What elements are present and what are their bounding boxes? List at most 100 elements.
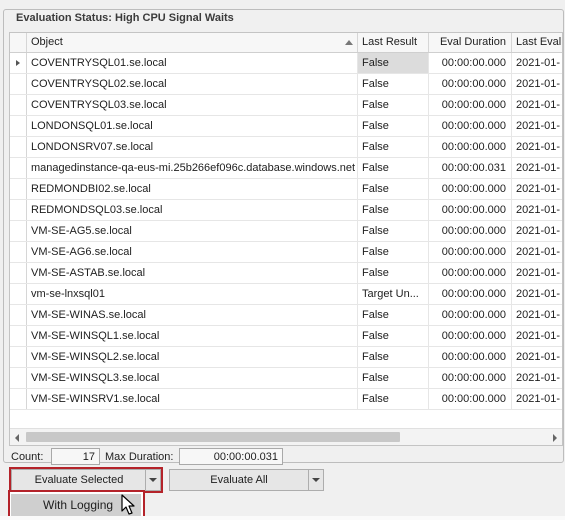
cell-eval-duration[interactable]: 00:00:00.000 — [429, 368, 512, 388]
column-header-object[interactable]: Object — [27, 33, 358, 52]
cell-object[interactable]: VM-SE-WINSQL2.se.local — [27, 347, 358, 367]
cell-last-result[interactable]: False — [358, 326, 429, 346]
scroll-left-icon[interactable] — [15, 434, 19, 442]
cell-object[interactable]: LONDONSQL01.se.local — [27, 116, 358, 136]
row-indicator[interactable] — [10, 284, 27, 304]
cell-object[interactable]: managedinstance-qa-eus-mi.25b266ef096c.d… — [27, 158, 358, 178]
table-row[interactable]: VM-SE-WINSQL1.se.local False 00:00:00.000 2… — [10, 326, 562, 347]
cell-last-eval[interactable]: 2021-01- — [512, 116, 562, 136]
cell-object[interactable]: VM-SE-WINSRV1.se.local — [27, 389, 358, 409]
cell-last-eval[interactable]: 2021-01- — [512, 347, 562, 367]
table-row[interactable]: COVENTRYSQL03.se.local False 00:00:00.000 2… — [10, 95, 562, 116]
cell-eval-duration[interactable]: 00:00:00.000 — [429, 263, 512, 283]
row-indicator[interactable] — [10, 305, 27, 325]
cell-last-eval[interactable]: 2021-01- — [512, 158, 562, 178]
cell-last-eval[interactable]: 2021-01- — [512, 95, 562, 115]
table-row[interactable]: REDMONDBI02.se.local False 00:00:00.000 202… — [10, 179, 562, 200]
cell-last-result[interactable]: False — [358, 116, 429, 136]
table-row[interactable]: REDMONDSQL03.se.local False 00:00:00.000 20… — [10, 200, 562, 221]
evaluation-grid[interactable]: Object Last Result Eval Duration Last Ev… — [9, 32, 563, 446]
cell-eval-duration[interactable]: 00:00:00.031 — [429, 158, 512, 178]
evaluate-all-dropdown[interactable] — [308, 470, 323, 490]
cell-eval-duration[interactable]: 00:00:00.000 — [429, 74, 512, 94]
row-indicator[interactable] — [10, 179, 27, 199]
row-indicator[interactable] — [10, 368, 27, 388]
cell-last-result[interactable]: False — [358, 74, 429, 94]
cell-last-result[interactable]: False — [358, 263, 429, 283]
table-row[interactable]: VM-SE-WINSQL3.se.local False 00:00:00.000 2… — [10, 368, 562, 389]
cell-object[interactable]: REDMONDSQL03.se.local — [27, 200, 358, 220]
row-indicator[interactable] — [10, 158, 27, 178]
table-row[interactable]: VM-SE-WINSQL2.se.local False 00:00:00.000 2… — [10, 347, 562, 368]
row-indicator[interactable] — [10, 347, 27, 367]
cell-eval-duration[interactable]: 00:00:00.000 — [429, 242, 512, 262]
cell-object[interactable]: COVENTRYSQL01.se.local — [27, 53, 358, 73]
cell-object[interactable]: VM-SE-WINAS.se.local — [27, 305, 358, 325]
table-row[interactable]: vm-se-lnxsql01 Target Un... 00:00:00.000 20… — [10, 284, 562, 305]
table-row[interactable]: managedinstance-qa-eus-mi.25b266ef096c.d… — [10, 158, 562, 179]
cell-object[interactable]: VM-SE-ASTAB.se.local — [27, 263, 358, 283]
table-row[interactable]: LONDONSRV07.se.local False 00:00:00.000 202… — [10, 137, 562, 158]
cell-last-result[interactable]: False — [358, 389, 429, 409]
cell-last-eval[interactable]: 2021-01- — [512, 242, 562, 262]
cell-eval-duration[interactable]: 00:00:00.000 — [429, 53, 512, 73]
cell-last-eval[interactable]: 2021-01- — [512, 368, 562, 388]
cell-object[interactable]: VM-SE-AG5.se.local — [27, 221, 358, 241]
row-indicator[interactable] — [10, 200, 27, 220]
cell-eval-duration[interactable]: 00:00:00.000 — [429, 326, 512, 346]
cell-last-eval[interactable]: 2021-01- — [512, 200, 562, 220]
cell-last-result[interactable]: False — [358, 200, 429, 220]
cell-last-result[interactable]: False — [358, 95, 429, 115]
cell-last-eval[interactable]: 2021-01- — [512, 221, 562, 241]
row-indicator[interactable] — [10, 116, 27, 136]
cell-object[interactable]: VM-SE-AG6.se.local — [27, 242, 358, 262]
cell-last-eval[interactable]: 2021-01- — [512, 263, 562, 283]
cell-object[interactable]: VM-SE-WINSQL3.se.local — [27, 368, 358, 388]
cell-object[interactable]: vm-se-lnxsql01 — [27, 284, 358, 304]
cell-last-result[interactable]: Target Un... — [358, 284, 429, 304]
cell-object[interactable]: VM-SE-WINSQL1.se.local — [27, 326, 358, 346]
table-row[interactable]: COVENTRYSQL01.se.local False 00:00:00.000 2… — [10, 53, 562, 74]
cell-last-eval[interactable]: 2021-01- — [512, 179, 562, 199]
evaluate-selected-button[interactable]: Evaluate Selected — [11, 469, 161, 491]
cell-object[interactable]: COVENTRYSQL02.se.local — [27, 74, 358, 94]
evaluate-all-button[interactable]: Evaluate All — [169, 469, 324, 491]
row-indicator[interactable] — [10, 221, 27, 241]
cell-object[interactable]: LONDONSRV07.se.local — [27, 137, 358, 157]
cell-eval-duration[interactable]: 00:00:00.000 — [429, 95, 512, 115]
cell-eval-duration[interactable]: 00:00:00.000 — [429, 137, 512, 157]
row-indicator[interactable] — [10, 242, 27, 262]
cell-eval-duration[interactable]: 00:00:00.000 — [429, 200, 512, 220]
table-row[interactable]: VM-SE-WINAS.se.local False 00:00:00.000 202… — [10, 305, 562, 326]
cell-object[interactable]: REDMONDBI02.se.local — [27, 179, 358, 199]
table-row[interactable]: VM-SE-AG5.se.local False 00:00:00.000 2021-… — [10, 221, 562, 242]
table-row[interactable]: VM-SE-AG6.se.local False 00:00:00.000 2021-… — [10, 242, 562, 263]
cell-last-result[interactable]: False — [358, 242, 429, 262]
row-indicator[interactable] — [10, 95, 27, 115]
cell-eval-duration[interactable]: 00:00:00.000 — [429, 179, 512, 199]
cell-last-result[interactable]: False — [358, 179, 429, 199]
cell-last-result[interactable]: False — [358, 53, 429, 73]
cell-eval-duration[interactable]: 00:00:00.000 — [429, 221, 512, 241]
cell-last-eval[interactable]: 2021-01- — [512, 305, 562, 325]
row-indicator[interactable] — [10, 389, 27, 409]
cell-last-result[interactable]: False — [358, 158, 429, 178]
table-row[interactable]: LONDONSQL01.se.local False 00:00:00.000 202… — [10, 116, 562, 137]
column-header-eval-duration[interactable]: Eval Duration — [429, 33, 512, 52]
cell-last-eval[interactable]: 2021-01- — [512, 326, 562, 346]
table-row[interactable]: COVENTRYSQL02.se.local False 00:00:00.000 2… — [10, 74, 562, 95]
table-row[interactable]: VM-SE-WINSRV1.se.local False 00:00:00.000 2… — [10, 389, 562, 410]
cell-object[interactable]: COVENTRYSQL03.se.local — [27, 95, 358, 115]
cell-eval-duration[interactable]: 00:00:00.000 — [429, 305, 512, 325]
cell-last-result[interactable]: False — [358, 305, 429, 325]
cell-eval-duration[interactable]: 00:00:00.000 — [429, 389, 512, 409]
cell-last-eval[interactable]: 2021-01- — [512, 389, 562, 409]
table-row[interactable]: VM-SE-ASTAB.se.local False 00:00:00.000 202… — [10, 263, 562, 284]
cell-last-eval[interactable]: 2021-01- — [512, 74, 562, 94]
cell-eval-duration[interactable]: 00:00:00.000 — [429, 116, 512, 136]
row-indicator[interactable] — [10, 137, 27, 157]
cell-eval-duration[interactable]: 00:00:00.000 — [429, 284, 512, 304]
cell-last-eval[interactable]: 2021-01- — [512, 137, 562, 157]
column-header-last-result[interactable]: Last Result — [358, 33, 429, 52]
cell-last-result[interactable]: False — [358, 137, 429, 157]
